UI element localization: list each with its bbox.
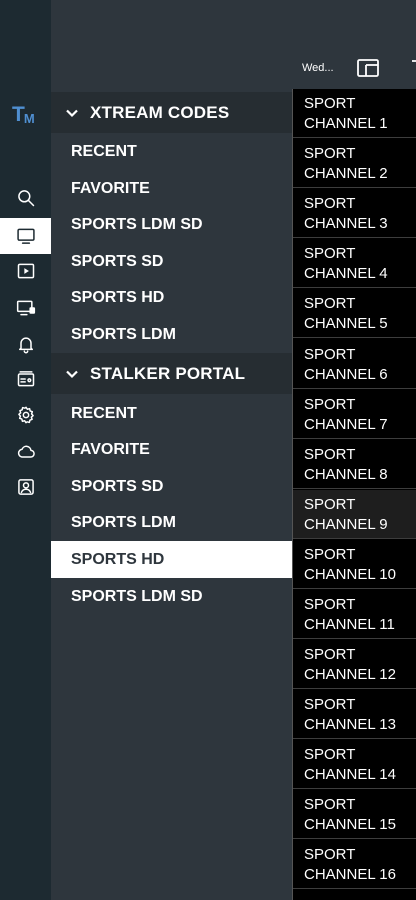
- channel-line: CHANNEL 5: [304, 315, 388, 332]
- category-item-selected[interactable]: SPORTS HD: [51, 541, 292, 578]
- date-label: Wed...: [302, 62, 334, 74]
- channel-line: SPORT: [304, 145, 356, 162]
- channel-line: CHANNEL 2: [304, 165, 388, 182]
- category-item[interactable]: RECENT: [51, 133, 292, 170]
- channel-item[interactable]: SPORT CHANNEL 8: [293, 440, 416, 489]
- channel-line: SPORT: [304, 646, 356, 663]
- channel-item[interactable]: SPORT CHANNEL 14: [293, 740, 416, 789]
- category-item[interactable]: SPORTS HD: [51, 279, 292, 316]
- channel-line: SPORT: [304, 195, 356, 212]
- channel-item[interactable]: SPORT CHANNEL 5: [293, 289, 416, 338]
- category-item[interactable]: SPORTS LDM: [51, 316, 292, 353]
- group-title: XTREAM CODES: [90, 102, 230, 122]
- channel-line: SPORT: [304, 746, 356, 763]
- devices-icon[interactable]: [0, 290, 51, 326]
- category-list: XTREAM CODES RECENT FAVORITE SPORTS LDM …: [51, 92, 292, 900]
- gear-icon[interactable]: [0, 397, 51, 433]
- cloud-icon[interactable]: [0, 434, 51, 470]
- channel-line: SPORT: [304, 396, 356, 413]
- channel-item[interactable]: SPORT CHANNEL 13: [293, 690, 416, 739]
- channel-line: CHANNEL 11: [304, 616, 395, 633]
- nav-rail: TM: [0, 0, 51, 900]
- channel-line: CHANNEL 3: [304, 215, 388, 232]
- chevron-down-icon: [65, 106, 79, 120]
- channel-line: CHANNEL 7: [304, 416, 388, 433]
- channel-item[interactable]: SPORT CHANNEL 16: [293, 840, 416, 889]
- tv-icon[interactable]: [0, 218, 51, 254]
- channel-line: CHANNEL 16: [304, 866, 396, 883]
- category-item[interactable]: RECENT: [51, 395, 292, 432]
- category-item[interactable]: FAVORITE: [51, 170, 292, 207]
- channel-line: SPORT: [304, 346, 356, 363]
- chevron-down-icon: [65, 367, 79, 381]
- channel-item[interactable]: SPORT CHANNEL 1: [293, 89, 416, 138]
- group-header-stalker-portal[interactable]: STALKER PORTAL: [51, 353, 292, 394]
- channel-item[interactable]: SPORT CHANNEL 12: [293, 640, 416, 689]
- channel-line: CHANNEL 6: [304, 366, 388, 383]
- epg-icon[interactable]: [0, 361, 51, 397]
- group-title: STALKER PORTAL: [90, 363, 246, 383]
- channel-line: SPORT: [304, 446, 356, 463]
- app-logo: TM: [12, 103, 35, 126]
- group-header-xtream-codes[interactable]: XTREAM CODES: [51, 92, 292, 133]
- channel-line: CHANNEL 12: [304, 666, 396, 683]
- channel-line: SPORT: [304, 846, 356, 863]
- channel-line: CHANNEL 9: [304, 516, 388, 533]
- category-item[interactable]: FAVORITE: [51, 431, 292, 468]
- channel-line: SPORT: [304, 245, 356, 262]
- channel-line: CHANNEL 15: [304, 816, 396, 833]
- channel-line: CHANNEL 10: [304, 566, 396, 583]
- channel-line: SPORT: [304, 546, 356, 563]
- channel-item[interactable]: SPORT CHANNEL 15: [293, 790, 416, 839]
- channel-line: SPORT: [304, 95, 356, 112]
- bell-icon[interactable]: [0, 326, 51, 362]
- channel-item[interactable]: SPORT CHANNEL 11: [293, 590, 416, 639]
- favorite-icon[interactable]: [408, 59, 416, 77]
- account-icon[interactable]: [0, 469, 51, 505]
- channel-line: CHANNEL 8: [304, 466, 388, 483]
- category-item[interactable]: SPORTS LDM: [51, 504, 292, 541]
- channel-item[interactable]: SPORT CHANNEL 6: [293, 340, 416, 389]
- category-item[interactable]: SPORTS LDM SD: [51, 206, 292, 243]
- play-icon[interactable]: [0, 253, 51, 289]
- search-icon[interactable]: [0, 180, 51, 216]
- category-item[interactable]: SPORTS LDM SD: [51, 578, 292, 615]
- channel-line: SPORT: [304, 596, 356, 613]
- channel-item[interactable]: SPORT CHANNEL 3: [293, 189, 416, 238]
- category-item[interactable]: SPORTS SD: [51, 243, 292, 280]
- top-bar: [51, 0, 416, 92]
- channel-item[interactable]: SPORT CHANNEL 2: [293, 139, 416, 188]
- channel-item[interactable]: SPORT CHANNEL 9: [293, 490, 416, 539]
- layout-icon[interactable]: [357, 59, 379, 77]
- channel-item[interactable]: SPORT CHANNEL 4: [293, 239, 416, 288]
- channel-item[interactable]: SPORT CHANNEL 10: [293, 540, 416, 589]
- channel-line: CHANNEL 13: [304, 716, 396, 733]
- channel-line: CHANNEL 1: [304, 115, 388, 132]
- channel-list: SPORT CHANNEL 1 SPORT CHANNEL 2 SPORT CHANN…: [292, 89, 416, 900]
- channel-line: SPORT: [304, 295, 356, 312]
- category-item[interactable]: SPORTS SD: [51, 468, 292, 505]
- channel-line: CHANNEL 4: [304, 265, 388, 282]
- channel-item[interactable]: SPORT CHANNEL 7: [293, 390, 416, 439]
- channel-line: SPORT: [304, 796, 356, 813]
- channel-line: CHANNEL 14: [304, 766, 396, 783]
- channel-line: SPORT: [304, 496, 356, 513]
- channel-line: SPORT: [304, 696, 356, 713]
